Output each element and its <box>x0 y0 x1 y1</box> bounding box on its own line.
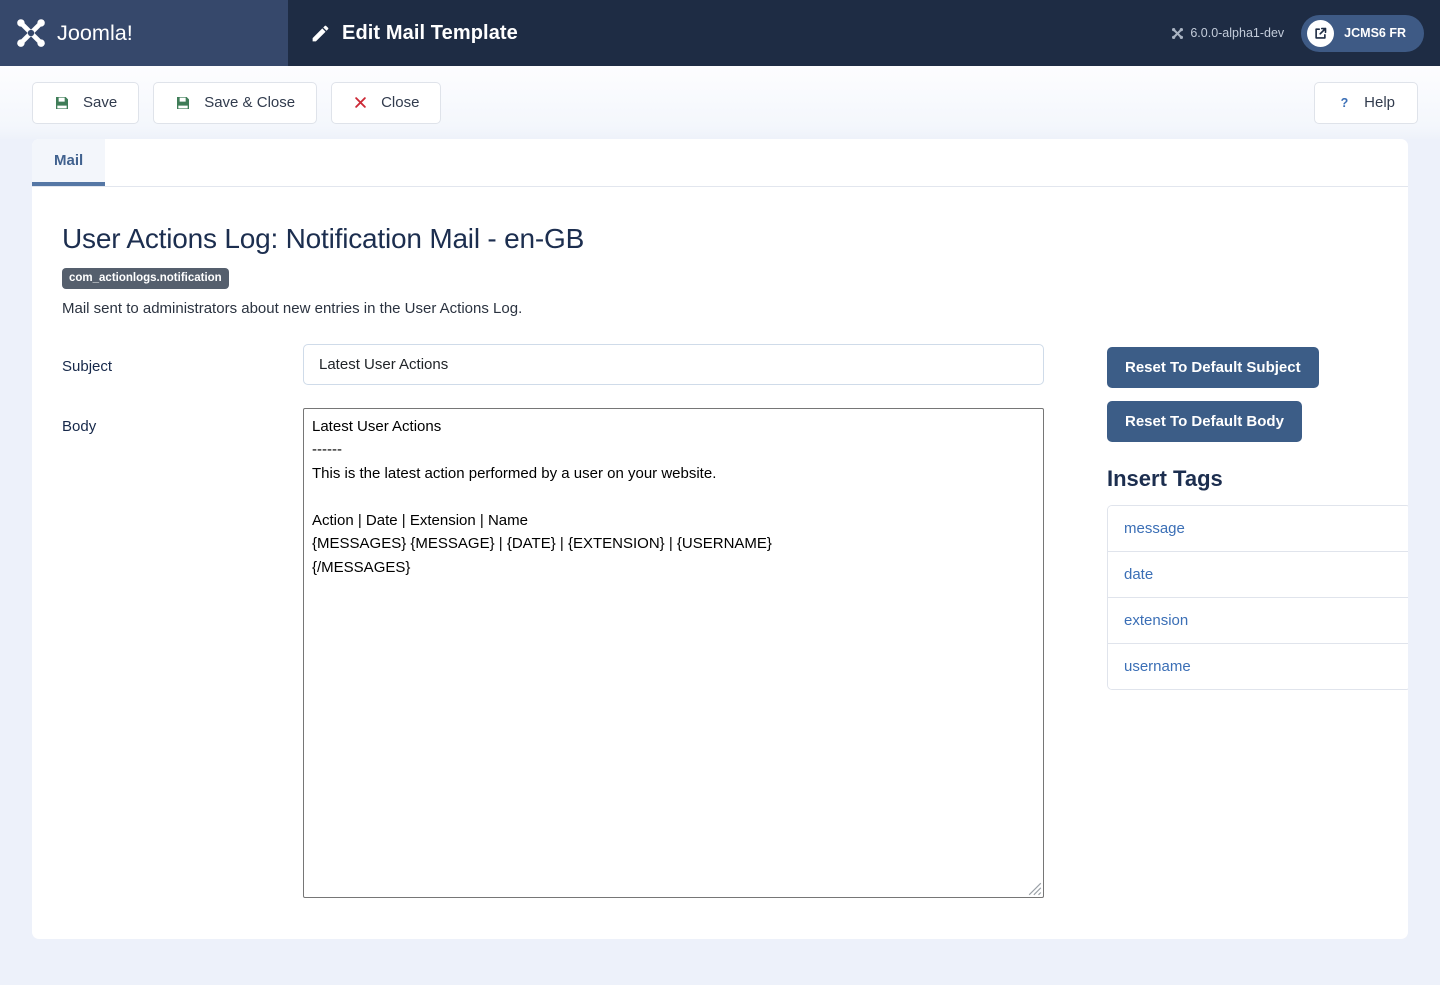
visit-site-button[interactable]: JCMS6 FR <box>1301 14 1424 52</box>
body-textarea[interactable]: Latest User Actions ------ This is the l… <box>303 407 1044 898</box>
reset-to-default-body-button[interactable]: Reset To Default Body <box>1107 400 1302 442</box>
tab-bar: Mail <box>32 139 1408 187</box>
tag-item-extension[interactable]: extension <box>1108 597 1408 644</box>
app-header: Joomla! Edit Mail Template 6.0.0-alpha1-… <box>0 0 1440 66</box>
tab-mail-label: Mail <box>54 152 84 169</box>
body-textarea-wrap: Latest User Actions ------ This is the l… <box>303 407 1044 898</box>
header-right-area: 6.0.0-alpha1-dev JCMS6 FR <box>1171 0 1440 66</box>
question-mark-icon: ? <box>1341 96 1349 110</box>
reset-to-default-subject-button[interactable]: Reset To Default Subject <box>1107 346 1319 388</box>
save-and-close-button-label: Save & Close <box>204 94 296 111</box>
body-label: Body <box>62 417 97 435</box>
template-title: User Actions Log: Notification Mail - en… <box>62 223 585 254</box>
content-card: Mail User Actions Log: Notification Mail… <box>32 139 1408 939</box>
form-main-column: Subject Body Latest User Actions ------ … <box>62 343 1074 898</box>
subject-label: Subject <box>62 357 113 375</box>
svg-text:?: ? <box>1341 96 1349 110</box>
save-icon <box>56 96 68 109</box>
save-button-label: Save <box>83 94 118 111</box>
body-row: Body Latest User Actions ------ This is … <box>62 407 1074 898</box>
toolbar-right-group: ? Help <box>1314 81 1418 124</box>
joomla-small-icon <box>1172 27 1184 39</box>
subject-input[interactable] <box>303 343 1044 385</box>
tag-item-date[interactable]: date <box>1108 551 1408 598</box>
joomla-logo-icon <box>17 19 45 47</box>
joomla-logo[interactable]: Joomla! <box>14 16 187 50</box>
external-link-icon <box>1307 19 1335 47</box>
insert-tags-list: message date extension username <box>1107 504 1408 690</box>
help-button[interactable]: ? Help <box>1314 81 1418 124</box>
pencil-icon <box>312 25 329 41</box>
tab-mail[interactable]: Mail <box>32 139 106 186</box>
close-button-label: Close <box>381 94 420 111</box>
form-area: Subject Body Latest User Actions ------ … <box>62 343 1408 898</box>
save-icon <box>177 96 190 109</box>
version-label: 6.0.0-alpha1-dev <box>1190 26 1285 40</box>
page-title: Edit Mail Template <box>342 21 518 44</box>
toolbar-left-group: Save Save & Close Close <box>32 81 442 124</box>
card-body: User Actions Log: Notification Mail - en… <box>32 187 1408 898</box>
toolbar: Save Save & Close Close ? Help <box>0 66 1440 139</box>
tag-item-username[interactable]: username <box>1108 643 1408 689</box>
close-icon <box>355 97 366 108</box>
template-description: Mail sent to administrators about new en… <box>62 299 523 317</box>
save-and-close-button[interactable]: Save & Close <box>153 81 318 124</box>
version-info: 6.0.0-alpha1-dev <box>1171 26 1284 40</box>
help-button-label: Help <box>1364 94 1395 111</box>
svg-text:Joomla!: Joomla! <box>57 20 133 45</box>
close-button[interactable]: Close <box>331 81 442 124</box>
subject-row: Subject <box>62 343 1074 385</box>
header-title-area: Edit Mail Template <box>288 0 1171 66</box>
brand-area[interactable]: Joomla! <box>0 0 288 66</box>
tag-item-message[interactable]: message <box>1108 505 1408 552</box>
site-name-label: JCMS6 FR <box>1344 26 1406 40</box>
side-panel: Reset To Default Subject Reset To Defaul… <box>1107 344 1408 690</box>
save-button[interactable]: Save <box>32 81 140 124</box>
template-key-badge: com_actionlogs.notification <box>62 268 229 289</box>
joomla-wordmark: Joomla! <box>57 20 133 45</box>
insert-tags-heading: Insert Tags <box>1107 465 1223 491</box>
